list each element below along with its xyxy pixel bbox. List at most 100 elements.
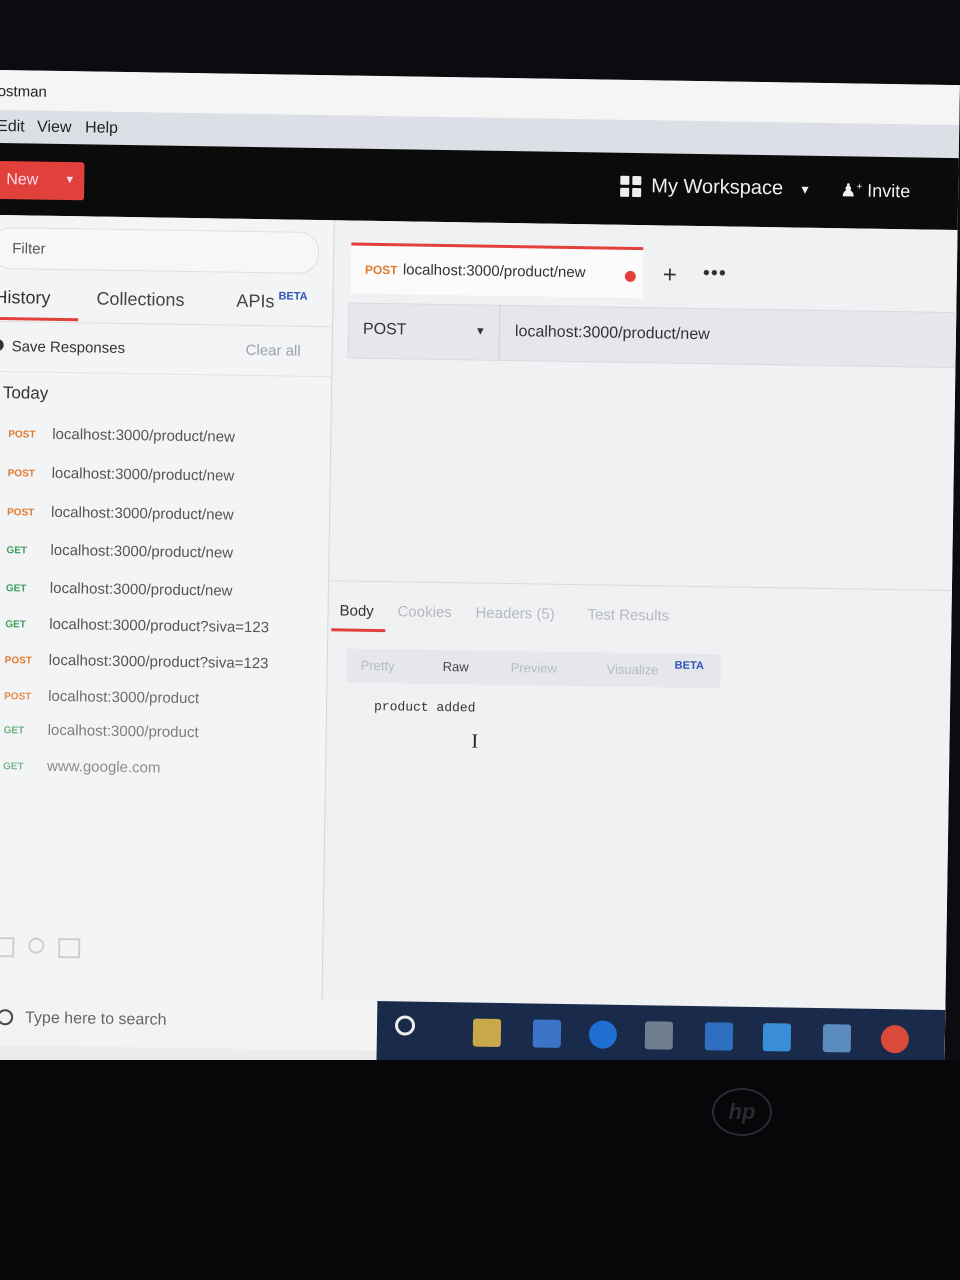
history-url: localhost:3000/product/new <box>52 425 236 446</box>
history-url: localhost:3000/product?siva=123 <box>48 651 269 673</box>
history-item[interactable]: GET localhost:3000/product?siva=123 <box>5 613 325 648</box>
history-url: localhost:3000/product/new <box>49 579 233 600</box>
url-input[interactable]: localhost:3000/product/new <box>515 323 710 344</box>
history-url: localhost:3000/product <box>48 687 200 708</box>
workspace-label: My Workspace <box>651 175 784 200</box>
tab-cookies[interactable]: Cookies <box>397 603 451 621</box>
active-tab-indicator <box>0 316 79 322</box>
history-url: localhost:3000/product <box>47 721 199 742</box>
hp-logo-icon: hp <box>712 1088 772 1136</box>
method-badge: GET <box>5 619 26 631</box>
workspace-switcher[interactable]: My Workspace ▼ <box>620 175 811 201</box>
chevron-down-icon[interactable]: ▼ <box>64 174 75 186</box>
file-explorer-icon[interactable] <box>472 1018 502 1047</box>
taskbar-search[interactable]: Type here to search <box>0 994 378 1052</box>
method-badge: GET <box>2 761 24 773</box>
tab-headers[interactable]: Headers (5) <box>475 605 554 623</box>
unsaved-dot-icon <box>624 270 636 283</box>
menu-view[interactable]: View <box>37 119 72 138</box>
more-options-icon[interactable]: ••• <box>703 262 727 285</box>
app-icon[interactable] <box>822 1024 852 1053</box>
request-response-divider[interactable] <box>330 580 952 592</box>
tab-apis[interactable]: APIs BETA <box>236 290 308 313</box>
save-responses-label: Save Responses <box>11 338 126 357</box>
response-body[interactable]: product added <box>374 699 476 716</box>
save-responses-row: Save Responses Clear all <box>0 328 332 378</box>
filter-input[interactable]: Filter <box>0 226 320 275</box>
chevron-down-icon: ▼ <box>799 182 812 197</box>
toggle-switch[interactable] <box>0 338 4 352</box>
history-url: www.google.com <box>46 757 161 777</box>
tab-body[interactable]: Body <box>339 602 373 620</box>
document-app-icon[interactable] <box>532 1019 562 1048</box>
history-item[interactable]: GET localhost:3000/product <box>3 719 323 754</box>
request-tab[interactable]: POST localhost:3000/product/new <box>350 242 644 299</box>
clear-all-button[interactable]: Clear all <box>245 342 300 360</box>
history-url: localhost:3000/product/new <box>50 503 234 524</box>
search-icon <box>0 1009 14 1026</box>
history-item[interactable]: GET localhost:3000/product/new <box>6 577 326 612</box>
history-item[interactable]: POST localhost:3000/product/new <box>8 423 328 458</box>
sidebar: Filter History Collections APIs BETA Save… <box>0 214 335 1086</box>
history-item[interactable]: GET www.google.com <box>3 755 323 790</box>
add-user-icon: ♟+ <box>840 180 863 201</box>
beta-badge: BETA <box>674 659 704 673</box>
history-item[interactable]: POST localhost:3000/product?siva=123 <box>4 649 324 684</box>
sidebar-tabs: History Collections APIs BETA <box>0 282 333 328</box>
method-badge: POST <box>6 507 35 519</box>
history-item[interactable]: POST localhost:3000/product/new <box>7 462 327 497</box>
taskbar-search-placeholder: Type here to search <box>24 1009 167 1029</box>
new-tab-plus-icon[interactable]: + <box>663 261 677 289</box>
format-raw[interactable]: Raw <box>443 659 469 674</box>
method-select-value: POST <box>362 320 407 339</box>
store-icon[interactable] <box>644 1021 674 1050</box>
method-badge: GET <box>3 725 25 737</box>
history-item[interactable]: POST localhost:3000/product/new <box>7 501 327 536</box>
tab-collections[interactable]: Collections <box>96 289 184 311</box>
response-tabs: Body Cookies Headers (5) Test Results <box>329 598 951 640</box>
method-select[interactable]: POST ▼ <box>348 303 501 360</box>
app-icon[interactable] <box>704 1022 734 1051</box>
active-tab-indicator <box>331 628 386 633</box>
new-button-label: New <box>6 171 39 189</box>
menu-help[interactable]: Help <box>85 119 118 138</box>
tab-apis-label: APIs <box>236 290 275 312</box>
method-badge: GET <box>6 545 28 557</box>
text-cursor-icon: I <box>471 730 479 753</box>
history-url: localhost:3000/product?siva=123 <box>49 615 270 637</box>
mail-icon[interactable] <box>762 1023 792 1052</box>
request-tab-url: localhost:3000/product/new <box>402 261 586 282</box>
request-bar: POST ▼ localhost:3000/product/new <box>347 302 959 369</box>
monitor-bezel <box>0 1060 960 1280</box>
tab-test-results[interactable]: Test Results <box>587 606 669 624</box>
search-icon[interactable] <box>28 937 45 954</box>
format-pretty[interactable]: Pretty <box>361 658 395 674</box>
method-badge: POST <box>4 691 32 703</box>
history-item[interactable]: GET localhost:3000/product/new <box>6 539 326 574</box>
history-url: localhost:3000/product/new <box>50 541 234 562</box>
console-icon[interactable] <box>58 938 81 959</box>
method-badge: POST <box>4 655 33 667</box>
request-panel: POST localhost:3000/product/new + ••• PO… <box>322 220 959 1095</box>
request-tab-method: POST <box>364 262 398 278</box>
filter-placeholder: Filter <box>12 240 46 258</box>
workspace-grid-icon <box>620 175 642 198</box>
tab-history[interactable]: History <box>0 287 51 309</box>
format-visualize[interactable]: Visualize <box>607 662 659 678</box>
history-url: localhost:3000/product/new <box>51 464 235 485</box>
response-format-bar: Pretty Raw Preview Visualize BETA <box>346 648 721 689</box>
method-badge: GET <box>5 583 27 595</box>
history-section-label: Today <box>2 383 49 403</box>
method-badge: POST <box>7 468 35 480</box>
new-button[interactable]: New ▼ <box>0 160 85 201</box>
beta-badge: BETA <box>278 290 308 303</box>
sidebar-toggle-icon[interactable] <box>0 936 15 958</box>
menu-edit[interactable]: Edit <box>0 118 25 136</box>
chevron-down-icon: ▼ <box>474 325 486 338</box>
method-badge: POST <box>8 429 36 441</box>
screen: ostman Edit View Help New ▼ My Workspace… <box>0 70 960 1095</box>
format-preview[interactable]: Preview <box>511 660 557 676</box>
invite-label: Invite <box>867 180 911 202</box>
invite-button[interactable]: ♟+ Invite <box>840 180 910 202</box>
history-item[interactable]: POST localhost:3000/product <box>4 685 324 720</box>
